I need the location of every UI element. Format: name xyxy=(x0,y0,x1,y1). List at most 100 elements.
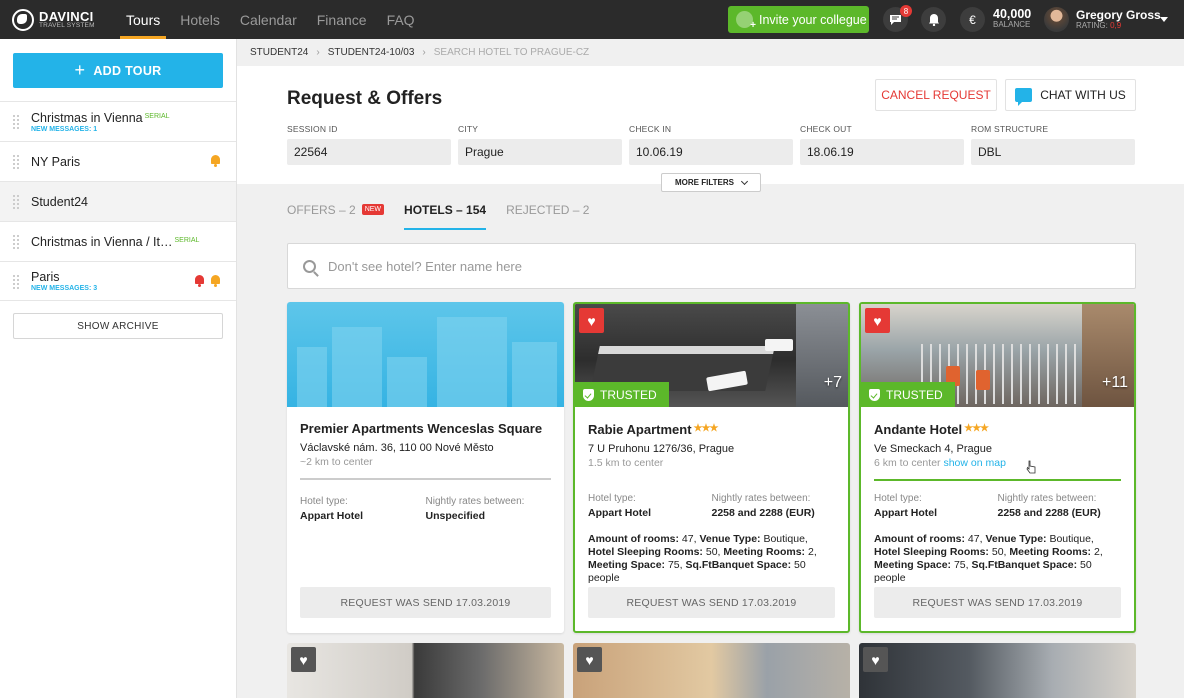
nav-faq[interactable]: FAQ xyxy=(377,0,425,39)
messages-button[interactable]: 8 xyxy=(883,5,912,32)
breadcrumb: STUDENT24 › STUDENT24-10/03 › SEARCH HOT… xyxy=(237,39,1184,66)
hotel-card[interactable]: Premier Apartments Wenceslas Square Václ… xyxy=(287,302,564,633)
chat-bubble-icon xyxy=(890,14,901,25)
avatar[interactable] xyxy=(1044,7,1069,32)
user-rating: RATING: 0,9 xyxy=(1076,21,1122,31)
hotel-card[interactable]: ♥ xyxy=(573,643,850,698)
hotel-type: Appart Hotel xyxy=(588,507,651,519)
nav-hotels[interactable]: Hotels xyxy=(170,0,230,39)
room-structure-value[interactable]: DBL xyxy=(971,139,1135,165)
hotel-distance: ~2 km to center xyxy=(300,456,373,468)
hotel-card[interactable]: ♥ +11 TRUSTED Andante Hotel ★★★ Ve Smecka… xyxy=(859,302,1136,633)
tab-rejected[interactable]: REJECTED – 2 xyxy=(506,201,589,230)
nightly-rates: 2258 and 2288 (EUR) xyxy=(711,507,815,519)
favorite-button[interactable]: ♥ xyxy=(579,308,604,333)
hotel-name[interactable]: Premier Apartments Wenceslas Square xyxy=(300,420,551,437)
session-id-field: SESSION ID 22564 xyxy=(287,124,451,165)
sidebar-item-christmas-in-vienna-it[interactable]: Christmas in Vienna / It… SERIAL xyxy=(0,221,236,261)
favorite-button[interactable]: ♥ xyxy=(291,647,316,672)
tour-title: NY Paris xyxy=(31,154,81,169)
sidebar-item-paris[interactable]: Paris NEW MESSAGES: 3 xyxy=(0,261,236,301)
chat-with-us-button[interactable]: CHAT WITH US xyxy=(1005,79,1136,111)
amenities-text: Amount of rooms: 47, Venue Type: Boutiqu… xyxy=(588,533,817,584)
drag-handle-icon[interactable] xyxy=(12,154,20,170)
messages-count-badge: 8 xyxy=(900,5,912,17)
sidebar-item-student24[interactable]: Student24 xyxy=(0,181,236,221)
search-input[interactable] xyxy=(328,258,1088,274)
chevron-right-icon: › xyxy=(316,47,320,58)
hotel-card[interactable]: ♥ xyxy=(859,643,1136,698)
more-photos-count[interactable]: +7 xyxy=(824,374,842,392)
new-badge: NEW xyxy=(361,204,385,215)
hotel-card[interactable]: ♥ xyxy=(287,643,564,698)
chat-icon xyxy=(1015,88,1033,106)
request-header: Request & Offers CANCEL REQUEST CHAT WIT… xyxy=(237,66,1184,192)
chevron-down-icon[interactable] xyxy=(1160,17,1168,22)
pointer-cursor-icon xyxy=(1026,460,1036,474)
more-filters-button[interactable]: MORE FILTERS xyxy=(661,173,761,192)
invite-colleague-button[interactable]: Invite your collegue xyxy=(728,6,869,33)
plus-icon: + xyxy=(74,60,86,80)
favorite-button[interactable]: ♥ xyxy=(577,647,602,672)
euro-icon[interactable]: € xyxy=(960,7,985,32)
add-tour-button[interactable]: + ADD TOUR xyxy=(13,53,223,88)
check-in-value[interactable]: 10.06.19 xyxy=(629,139,793,165)
drag-handle-icon[interactable] xyxy=(12,194,20,210)
sidebar-item-ny-paris[interactable]: NY Paris xyxy=(0,141,236,181)
cancel-request-button[interactable]: CANCEL REQUEST xyxy=(875,79,997,111)
show-archive-button[interactable]: SHOW ARCHIVE xyxy=(13,313,223,339)
bell-icon xyxy=(928,14,939,26)
breadcrumb-item[interactable]: STUDENT24 xyxy=(250,47,308,58)
tour-title: Student24 xyxy=(31,194,88,209)
hotel-name[interactable]: Rabie Apartment xyxy=(588,422,692,437)
trusted-badge: TRUSTED xyxy=(861,382,955,407)
star-rating: ★★★ xyxy=(964,423,989,434)
session-id-value[interactable]: 22564 xyxy=(287,139,451,165)
app-logo[interactable]: DAVINCI TRAVEL SYSTEM xyxy=(12,8,104,31)
logo-title: DAVINCI xyxy=(39,8,94,24)
nav-finance[interactable]: Finance xyxy=(307,0,377,39)
heart-icon: ♥ xyxy=(585,651,594,668)
show-on-map-link[interactable]: show on map xyxy=(943,457,1005,469)
check-out-value[interactable]: 18.06.19 xyxy=(800,139,964,165)
balance[interactable]: 40,000 BALANCE xyxy=(993,7,1031,30)
hotel-address: 7 U Pruhonu 1276/36, Prague xyxy=(588,443,735,455)
tab-offers[interactable]: OFFERS – 2 NEW xyxy=(287,201,385,230)
heart-icon: ♥ xyxy=(871,651,880,668)
drag-handle-icon[interactable] xyxy=(12,274,20,290)
drag-handle-icon[interactable] xyxy=(12,114,20,130)
star-rating: ★★★ xyxy=(693,423,719,434)
user-menu[interactable]: Gregory Gross RATING: 0,9 xyxy=(1076,8,1161,31)
bell-icon xyxy=(210,155,221,167)
breadcrumb-item[interactable]: STUDENT24-10/03 xyxy=(328,47,415,58)
hotel-type: Appart Hotel xyxy=(300,510,363,522)
shield-check-icon xyxy=(583,388,594,401)
room-structure-field: ROM STRUCTURE DBL xyxy=(971,124,1135,165)
notifications-button[interactable] xyxy=(921,7,946,32)
divider xyxy=(874,479,1121,481)
tab-hotels[interactable]: HOTELS – 154 xyxy=(404,201,487,230)
balance-label: BALANCE xyxy=(993,20,1031,30)
nav-calendar[interactable]: Calendar xyxy=(230,0,307,39)
amenities-text: Amount of rooms: 47, Venue Type: Boutiqu… xyxy=(874,533,1103,584)
hotel-search xyxy=(287,243,1136,289)
favorite-button[interactable]: ♥ xyxy=(865,308,890,333)
request-sent-button[interactable]: REQUEST WAS SEND 17.03.2019 xyxy=(874,587,1121,618)
heart-icon: ♥ xyxy=(587,312,596,329)
tour-title: Christmas in Vienna xyxy=(31,110,143,125)
nav-tours[interactable]: Tours xyxy=(116,0,170,39)
sidebar-item-christmas-in-vienna[interactable]: Christmas in Vienna SERIAL NEW MESSAGES: … xyxy=(0,101,236,141)
hotel-name[interactable]: Andante Hotel xyxy=(874,422,962,437)
nightly-rates: Unspecified xyxy=(425,510,486,522)
favorite-button[interactable]: ♥ xyxy=(863,647,888,672)
city-value[interactable]: Prague xyxy=(458,139,622,165)
check-out-field: CHECK OUT 18.06.19 xyxy=(800,124,964,165)
hotel-address: Ve Smeckach 4, Prague xyxy=(874,443,993,455)
request-sent-button[interactable]: REQUEST WAS SEND 17.03.2019 xyxy=(588,587,835,618)
hotel-card[interactable]: ♥ +7 TRUSTED Rabie Apartment ★★★ 7 U Pruh… xyxy=(573,302,850,633)
hotel-image[interactable] xyxy=(287,302,564,407)
main-nav: Tours Hotels Calendar Finance FAQ xyxy=(116,0,425,39)
more-photos-count[interactable]: +11 xyxy=(1102,374,1128,392)
request-sent-button[interactable]: REQUEST WAS SEND 17.03.2019 xyxy=(300,587,551,618)
drag-handle-icon[interactable] xyxy=(12,234,20,250)
